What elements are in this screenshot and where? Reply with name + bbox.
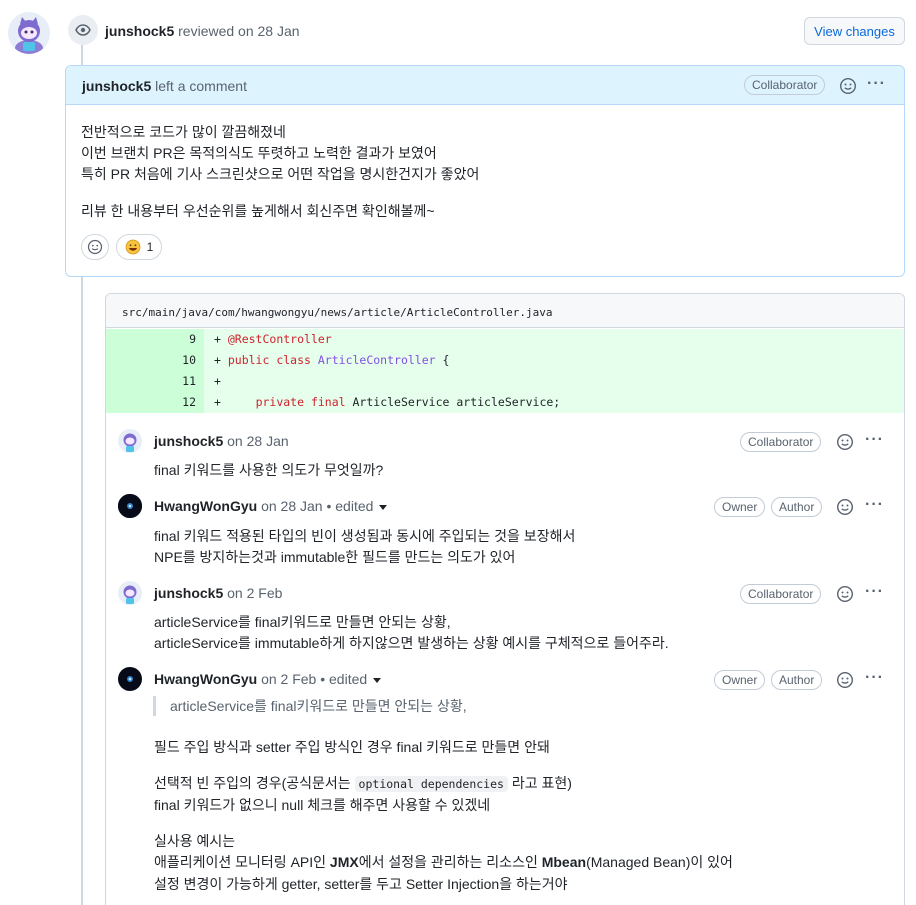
review-action: reviewed on 28 Jan [178, 23, 300, 39]
add-reaction-button[interactable] [81, 234, 109, 260]
comment-line: articleService를 immutable하게 하지않으면 발생하는 상… [154, 635, 669, 651]
kebab-menu-icon[interactable]: ··· [865, 431, 884, 449]
kebab-menu-icon[interactable]: ··· [865, 496, 884, 514]
kebab-menu-icon[interactable]: ··· [867, 75, 886, 93]
comment-author[interactable]: HwangWonGyu [154, 671, 257, 687]
add-reaction-icon[interactable] [839, 77, 857, 95]
collaborator-badge: Collaborator [740, 584, 822, 604]
chevron-down-icon[interactable] [373, 677, 382, 683]
avatar[interactable] [118, 667, 142, 691]
comment-line: NPE를 방지하는것과 immutable한 필드를 만드는 의도가 있어 [154, 549, 516, 565]
add-reaction-icon[interactable] [836, 433, 854, 451]
comment-line: 전반적으로 코드가 많이 깔끔해졌네 [81, 124, 286, 140]
avatar[interactable] [118, 429, 142, 453]
comment-author[interactable]: junshock5 [154, 585, 223, 601]
add-reaction-icon[interactable] [836, 585, 854, 603]
grinning-face-icon [125, 239, 141, 255]
reaction-count: 1 [146, 240, 154, 254]
reviewer-avatar[interactable] [8, 12, 50, 54]
comment-line: 이번 브랜치 PR은 목적의식도 뚜렷하고 노력한 결과가 보였어 [81, 145, 437, 161]
comment-line: 리뷰 한 내용부터 우선순위를 높게해서 회신주면 확인해볼께~ [81, 203, 435, 219]
comment-line: final 키워드가 없으니 null 체크를 해주면 사용할 수 있겠네 [154, 797, 491, 813]
comment-line: 애플리케이션 모니터링 API인 JMX에서 설정을 관리하는 리소스인 Mbe… [154, 854, 733, 870]
diff-code: @RestController [227, 332, 332, 346]
eye-icon [68, 15, 98, 45]
author-badge: Author [771, 670, 823, 690]
view-changes-button[interactable]: View changes [804, 17, 905, 45]
comment-line: 설정 변경이 가능하게 getter, setter를 두고 Setter In… [154, 876, 568, 892]
chevron-down-icon[interactable] [379, 504, 388, 510]
comment-line: final 키워드 적용된 타입의 빈이 생성됨과 동시에 주입되는 것을 보장… [154, 528, 576, 544]
diff-code: + public class ArticleController { [214, 353, 450, 367]
owner-badge: Owner [714, 670, 766, 690]
comment-line: final 키워드를 사용한 의도가 무엇일까? [154, 462, 384, 478]
comment-line: 특히 PR 처음에 기사 스크린샷으로 어떤 작업을 명시한건지가 좋았어 [81, 166, 480, 182]
comment-line: 필드 주입 방식과 setter 주입 방식인 경우 final 키워드로 만들… [154, 739, 550, 755]
owner-badge: Owner [714, 497, 766, 517]
kebab-menu-icon[interactable]: ··· [865, 583, 884, 601]
inline-code: optional dependencies [354, 776, 508, 792]
comment-line: articleService를 final키워드로 만들면 안되는 상황, [154, 614, 451, 630]
diff-line: 10 + public class ArticleController { [106, 350, 904, 371]
comment-meta: junshock5 on 2 Feb [154, 585, 283, 601]
diff-code: + private final ArticleService articleSe… [214, 395, 561, 409]
avatar[interactable] [118, 581, 142, 605]
comment-author[interactable]: HwangWonGyu [154, 498, 257, 514]
collaborator-badge: Collaborator [740, 432, 822, 452]
comment-author[interactable]: junshock5 [154, 433, 223, 449]
kebab-menu-icon[interactable]: ··· [865, 669, 884, 687]
add-reaction-icon[interactable] [836, 671, 854, 689]
comment-author[interactable]: junshock5 [82, 78, 151, 94]
line-number[interactable]: 12 [106, 392, 204, 413]
smiley-icon [87, 239, 103, 255]
comment-meta: junshock5 on 28 Jan [154, 433, 289, 449]
file-path[interactable]: src/main/java/com/hwangwongyu/news/artic… [106, 294, 904, 328]
comment-meta: HwangWonGyu on 28 Jan • edited [154, 498, 388, 514]
diff-line: 12 + private final ArticleService articl… [106, 392, 904, 413]
reviewer-name[interactable]: junshock5 [105, 23, 174, 39]
author-badge: Author [771, 497, 823, 517]
line-number[interactable]: 11 [106, 371, 204, 392]
blockquote: articleService를 final키워드로 만들면 안되는 상황, [153, 696, 467, 716]
line-number[interactable]: 10 [106, 350, 204, 371]
comment-meta: HwangWonGyu on 2 Feb • edited [154, 671, 382, 687]
diff-line: 11 + [106, 371, 904, 392]
diff-line: 9 + @RestController [106, 329, 904, 350]
line-number[interactable]: 9 [106, 329, 204, 350]
add-reaction-icon[interactable] [836, 498, 854, 516]
comment-header: junshock5 left a comment Collaborator ··… [66, 66, 904, 105]
comment-line: 실사용 예시는 [154, 833, 236, 849]
comment-action: left a comment [155, 78, 247, 94]
comment-line: 선택적 빈 주입의 경우(공식문서는 optional dependencies… [154, 775, 572, 792]
collaborator-badge: Collaborator [744, 75, 826, 95]
reaction-grinning[interactable]: 1 [116, 234, 162, 260]
review-header: junshock5 reviewed on 28 Jan [105, 23, 300, 39]
avatar[interactable] [118, 494, 142, 518]
